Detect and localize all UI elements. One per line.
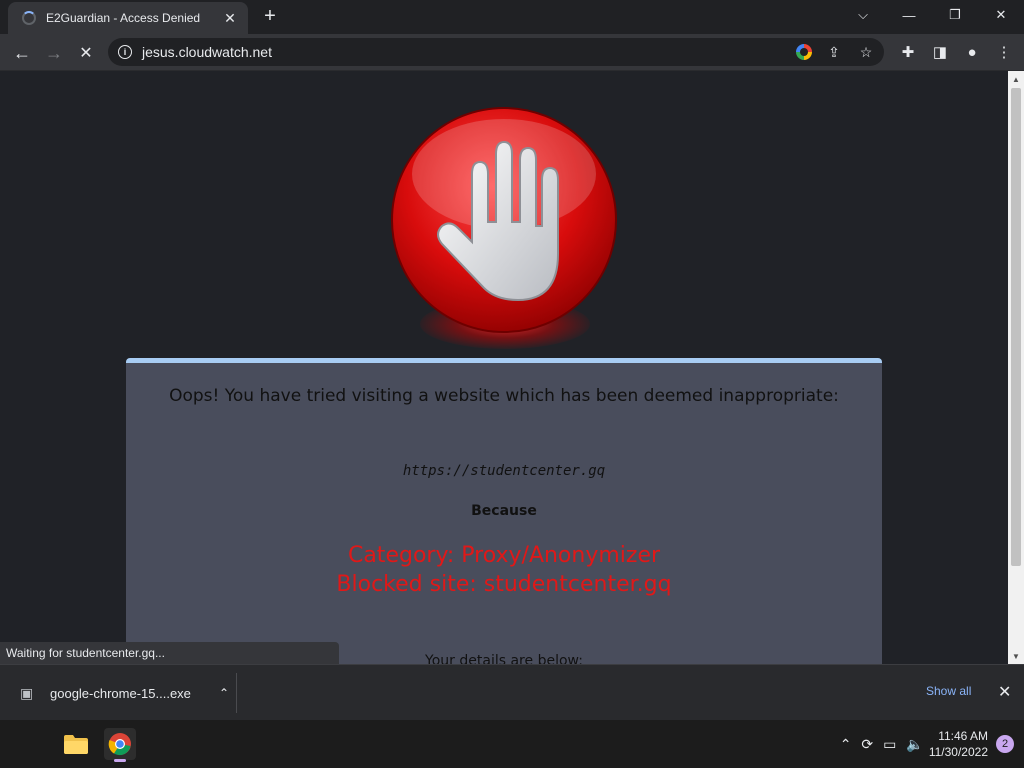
url-text[interactable]: jesus.cloudwatch.net (142, 44, 272, 60)
google-lens-icon[interactable] (796, 44, 812, 60)
profile-icon[interactable]: ● (960, 38, 984, 66)
block-category: Category: Proxy/Anonymizer (347, 543, 661, 568)
site-info-icon[interactable]: i (118, 45, 132, 59)
tray-overflow-chevron-icon[interactable]: ⌃ (840, 736, 852, 753)
status-bubble: Waiting for studentcenter.gq... (0, 642, 339, 664)
tab-search-button[interactable]: ⌵ (840, 0, 886, 30)
page-scrollbar[interactable]: ▲ ▼ (1008, 71, 1024, 664)
browser-toolbar: ← → ✕ i jesus.cloudwatch.net ⇪ ☆ ✚ ◨ ● ⋮ (0, 34, 1024, 71)
tab-active[interactable]: E2Guardian - Access Denied ✕ (8, 2, 248, 34)
restore-button[interactable]: ❐ (932, 0, 978, 30)
address-bar[interactable]: i jesus.cloudwatch.net ⇪ ☆ (108, 38, 884, 66)
show-all-link[interactable]: Show all (926, 684, 971, 698)
tab-title: E2Guardian - Access Denied (46, 11, 201, 25)
because-label: Because (471, 503, 537, 519)
volume-icon[interactable]: 🔈 (906, 736, 923, 753)
omnibox-actions: ⇪ ☆ (796, 42, 876, 62)
share-icon[interactable]: ⇪ (824, 42, 844, 62)
new-tab-button[interactable]: + (260, 6, 280, 26)
scroll-thumb[interactable] (1011, 88, 1021, 566)
block-site: Blocked site: studentcenter.gq (336, 572, 672, 597)
clock[interactable]: 11:46 AM 11/30/2022 (929, 728, 988, 760)
windows-taskbar: ⌃ ⟳ ▭ 🔈 11:46 AM 11/30/2022 2 (0, 720, 1024, 768)
chevron-up-icon[interactable]: ⌃ (212, 686, 236, 700)
scroll-up-arrow-icon[interactable]: ▲ (1008, 71, 1024, 87)
side-panel-icon[interactable]: ◨ (928, 38, 952, 66)
file-explorer-icon[interactable] (60, 728, 92, 760)
scroll-down-arrow-icon[interactable]: ▼ (1008, 648, 1024, 664)
toolbar-right-tools: ✚ ◨ ● ⋮ (896, 38, 1016, 66)
minimize-button[interactable]: — (886, 0, 932, 30)
close-shelf-icon[interactable]: ✕ (998, 682, 1011, 702)
back-button[interactable]: ← (6, 37, 38, 69)
page-viewport: Oops! You have tried visiting a website … (0, 71, 1008, 664)
close-window-button[interactable]: ✕ (978, 0, 1024, 30)
sync-alert-icon[interactable]: ⟳ (861, 736, 873, 753)
download-item[interactable]: ▣ google-chrome-15....exe ⌃ (12, 673, 237, 713)
window-controls: ⌵ — ❐ ✕ (840, 0, 1024, 30)
block-heading: Oops! You have tried visiting a website … (169, 386, 839, 406)
tab-strip: E2Guardian - Access Denied ✕ + ⌵ — ❐ ✕ (0, 0, 1024, 34)
blocked-url: https://studentcenter.gq (402, 463, 606, 479)
windows-start-icon[interactable] (16, 732, 40, 756)
download-file-name[interactable]: google-chrome-15....exe (50, 686, 212, 701)
chrome-taskbar-icon[interactable] (104, 728, 136, 762)
loading-spinner-icon (22, 11, 36, 25)
installer-file-icon: ▣ (20, 685, 34, 701)
menu-icon[interactable]: ⋮ (992, 38, 1016, 66)
stop-loading-button[interactable]: ✕ (70, 37, 102, 69)
clock-time: 11:46 AM (938, 729, 988, 743)
block-message-panel: Oops! You have tried visiting a website … (126, 358, 882, 664)
forward-button[interactable]: → (38, 37, 70, 69)
download-shelf: ▣ google-chrome-15....exe ⌃ Show all ✕ (0, 664, 1024, 720)
bookmark-star-icon[interactable]: ☆ (856, 42, 876, 62)
stop-hand-icon (391, 107, 617, 333)
extensions-icon[interactable]: ✚ (896, 38, 920, 66)
network-icon[interactable]: ▭ (883, 736, 896, 753)
block-reason: Category: Proxy/Anonymizer Blocked site:… (126, 541, 882, 599)
tab-close-icon[interactable]: ✕ (222, 10, 238, 27)
notification-badge[interactable]: 2 (996, 735, 1014, 753)
system-tray: ⌃ ⟳ ▭ 🔈 11:46 AM 11/30/2022 2 (835, 720, 1024, 768)
clock-date: 11/30/2022 (928, 745, 988, 759)
